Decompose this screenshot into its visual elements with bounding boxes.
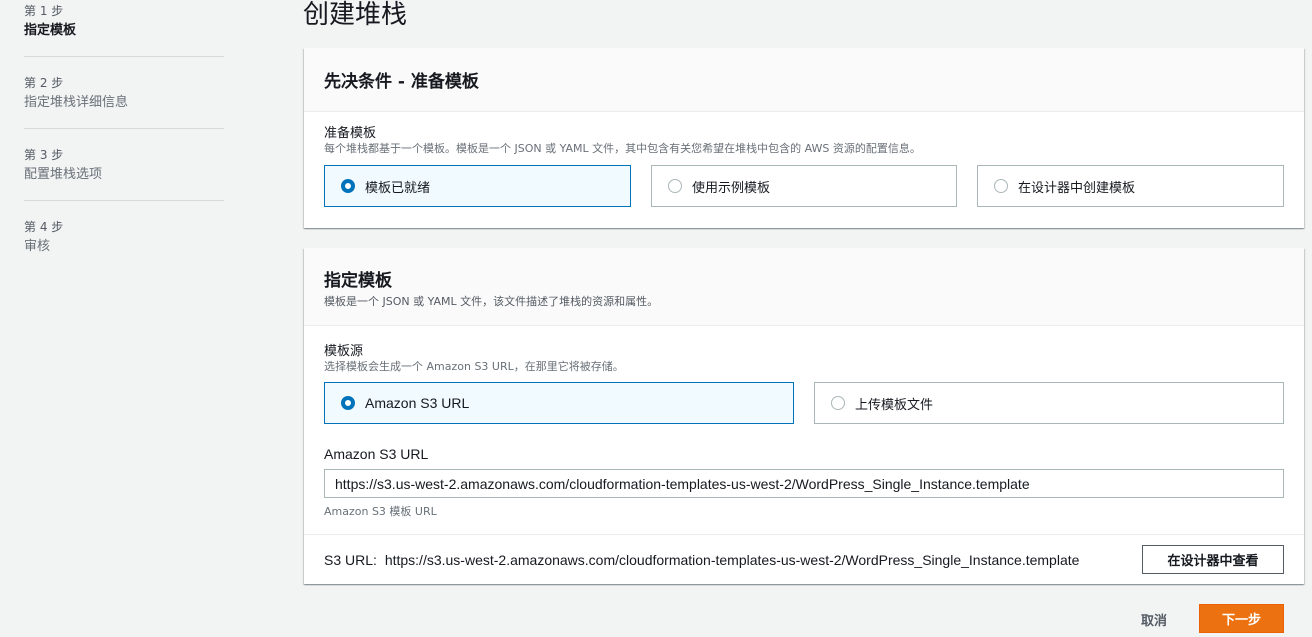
s3-url-prefix: S3 URL: — [324, 552, 377, 568]
panel-title: 指定模板 — [324, 271, 392, 291]
field-description: 选择模板会生成一个 Amazon S3 URL，在那里它将被存储。 — [324, 360, 624, 373]
step-name: 指定模板 — [24, 23, 77, 38]
divider — [304, 534, 1304, 535]
specify-template-panel: 指定模板 模板是一个 JSON 或 YAML 文件，该文件描述了堆栈的资源和属性… — [304, 248, 1304, 584]
wizard-step-1[interactable]: 第 1 步 指定模板 — [24, 3, 224, 57]
radio-upload-template-file[interactable]: 上传模板文件 — [814, 382, 1284, 424]
field-label: 模板源 — [324, 344, 364, 359]
radio-unselected-icon — [994, 179, 1008, 193]
radio-selected-icon — [341, 179, 355, 193]
wizard-step-2[interactable]: 第 2 步 指定堆栈详细信息 — [24, 75, 224, 129]
radio-selected-icon — [341, 396, 355, 410]
radio-template-ready[interactable]: 模板已就绪 — [324, 165, 631, 207]
url-field-label: Amazon S3 URL — [324, 446, 429, 462]
radio-create-in-designer[interactable]: 在设计器中创建模板 — [977, 165, 1284, 207]
radio-amazon-s3-url[interactable]: Amazon S3 URL — [324, 382, 794, 424]
page-title: 创建堆栈 — [303, 0, 408, 30]
cancel-button[interactable]: 取消 — [1126, 606, 1182, 632]
step-number: 第 3 步 — [24, 148, 64, 162]
url-field-hint: Amazon S3 模板 URL — [324, 505, 437, 518]
panel-header: 指定模板 模板是一个 JSON 或 YAML 文件，该文件描述了堆栈的资源和属性… — [304, 248, 1304, 326]
radio-label: 使用示例模板 — [692, 180, 771, 196]
next-button[interactable]: 下一步 — [1199, 604, 1284, 633]
radio-sample-template[interactable]: 使用示例模板 — [651, 165, 957, 207]
field-label: 准备模板 — [324, 126, 377, 141]
view-in-designer-button[interactable]: 在设计器中查看 — [1142, 545, 1284, 574]
radio-label: Amazon S3 URL — [365, 395, 470, 411]
panel-description: 模板是一个 JSON 或 YAML 文件，该文件描述了堆栈的资源和属性。 — [324, 295, 659, 308]
template-source-field: 模板源 选择模板会生成一个 Amazon S3 URL，在那里它将被存储。 — [324, 344, 624, 374]
amazon-s3-url-input[interactable] — [324, 469, 1284, 498]
s3-url-display: S3 URL: https://s3.us-west-2.amazonaws.c… — [324, 552, 1079, 568]
prerequisite-panel: 先决条件 - 准备模板 准备模板 每个堆栈都基于一个模板。模板是一个 JSON … — [304, 48, 1304, 228]
panel-header: 先决条件 - 准备模板 — [304, 48, 1304, 112]
create-stack-page: 第 1 步 指定模板 第 2 步 指定堆栈详细信息 第 3 步 配置堆栈选项 第… — [0, 0, 1312, 637]
panel-title: 先决条件 - 准备模板 — [324, 72, 479, 92]
radio-unselected-icon — [831, 396, 845, 410]
step-number: 第 4 步 — [24, 220, 64, 234]
wizard-step-3[interactable]: 第 3 步 配置堆栈选项 — [24, 147, 224, 201]
step-name: 配置堆栈选项 — [24, 167, 103, 182]
radio-unselected-icon — [668, 179, 682, 193]
prepare-template-field: 准备模板 每个堆栈都基于一个模板。模板是一个 JSON 或 YAML 文件，其中… — [324, 126, 921, 156]
wizard-step-4[interactable]: 第 4 步 审核 — [24, 219, 224, 256]
step-name: 审核 — [24, 239, 51, 254]
step-number: 第 1 步 — [24, 4, 64, 18]
radio-label: 在设计器中创建模板 — [1018, 180, 1136, 196]
radio-label: 模板已就绪 — [365, 180, 431, 196]
s3-url-value: https://s3.us-west-2.amazonaws.com/cloud… — [384, 552, 1080, 568]
step-number: 第 2 步 — [24, 76, 64, 90]
field-description: 每个堆栈都基于一个模板。模板是一个 JSON 或 YAML 文件，其中包含有关您… — [324, 142, 921, 155]
radio-label: 上传模板文件 — [855, 397, 934, 413]
step-name: 指定堆栈详细信息 — [24, 95, 129, 110]
